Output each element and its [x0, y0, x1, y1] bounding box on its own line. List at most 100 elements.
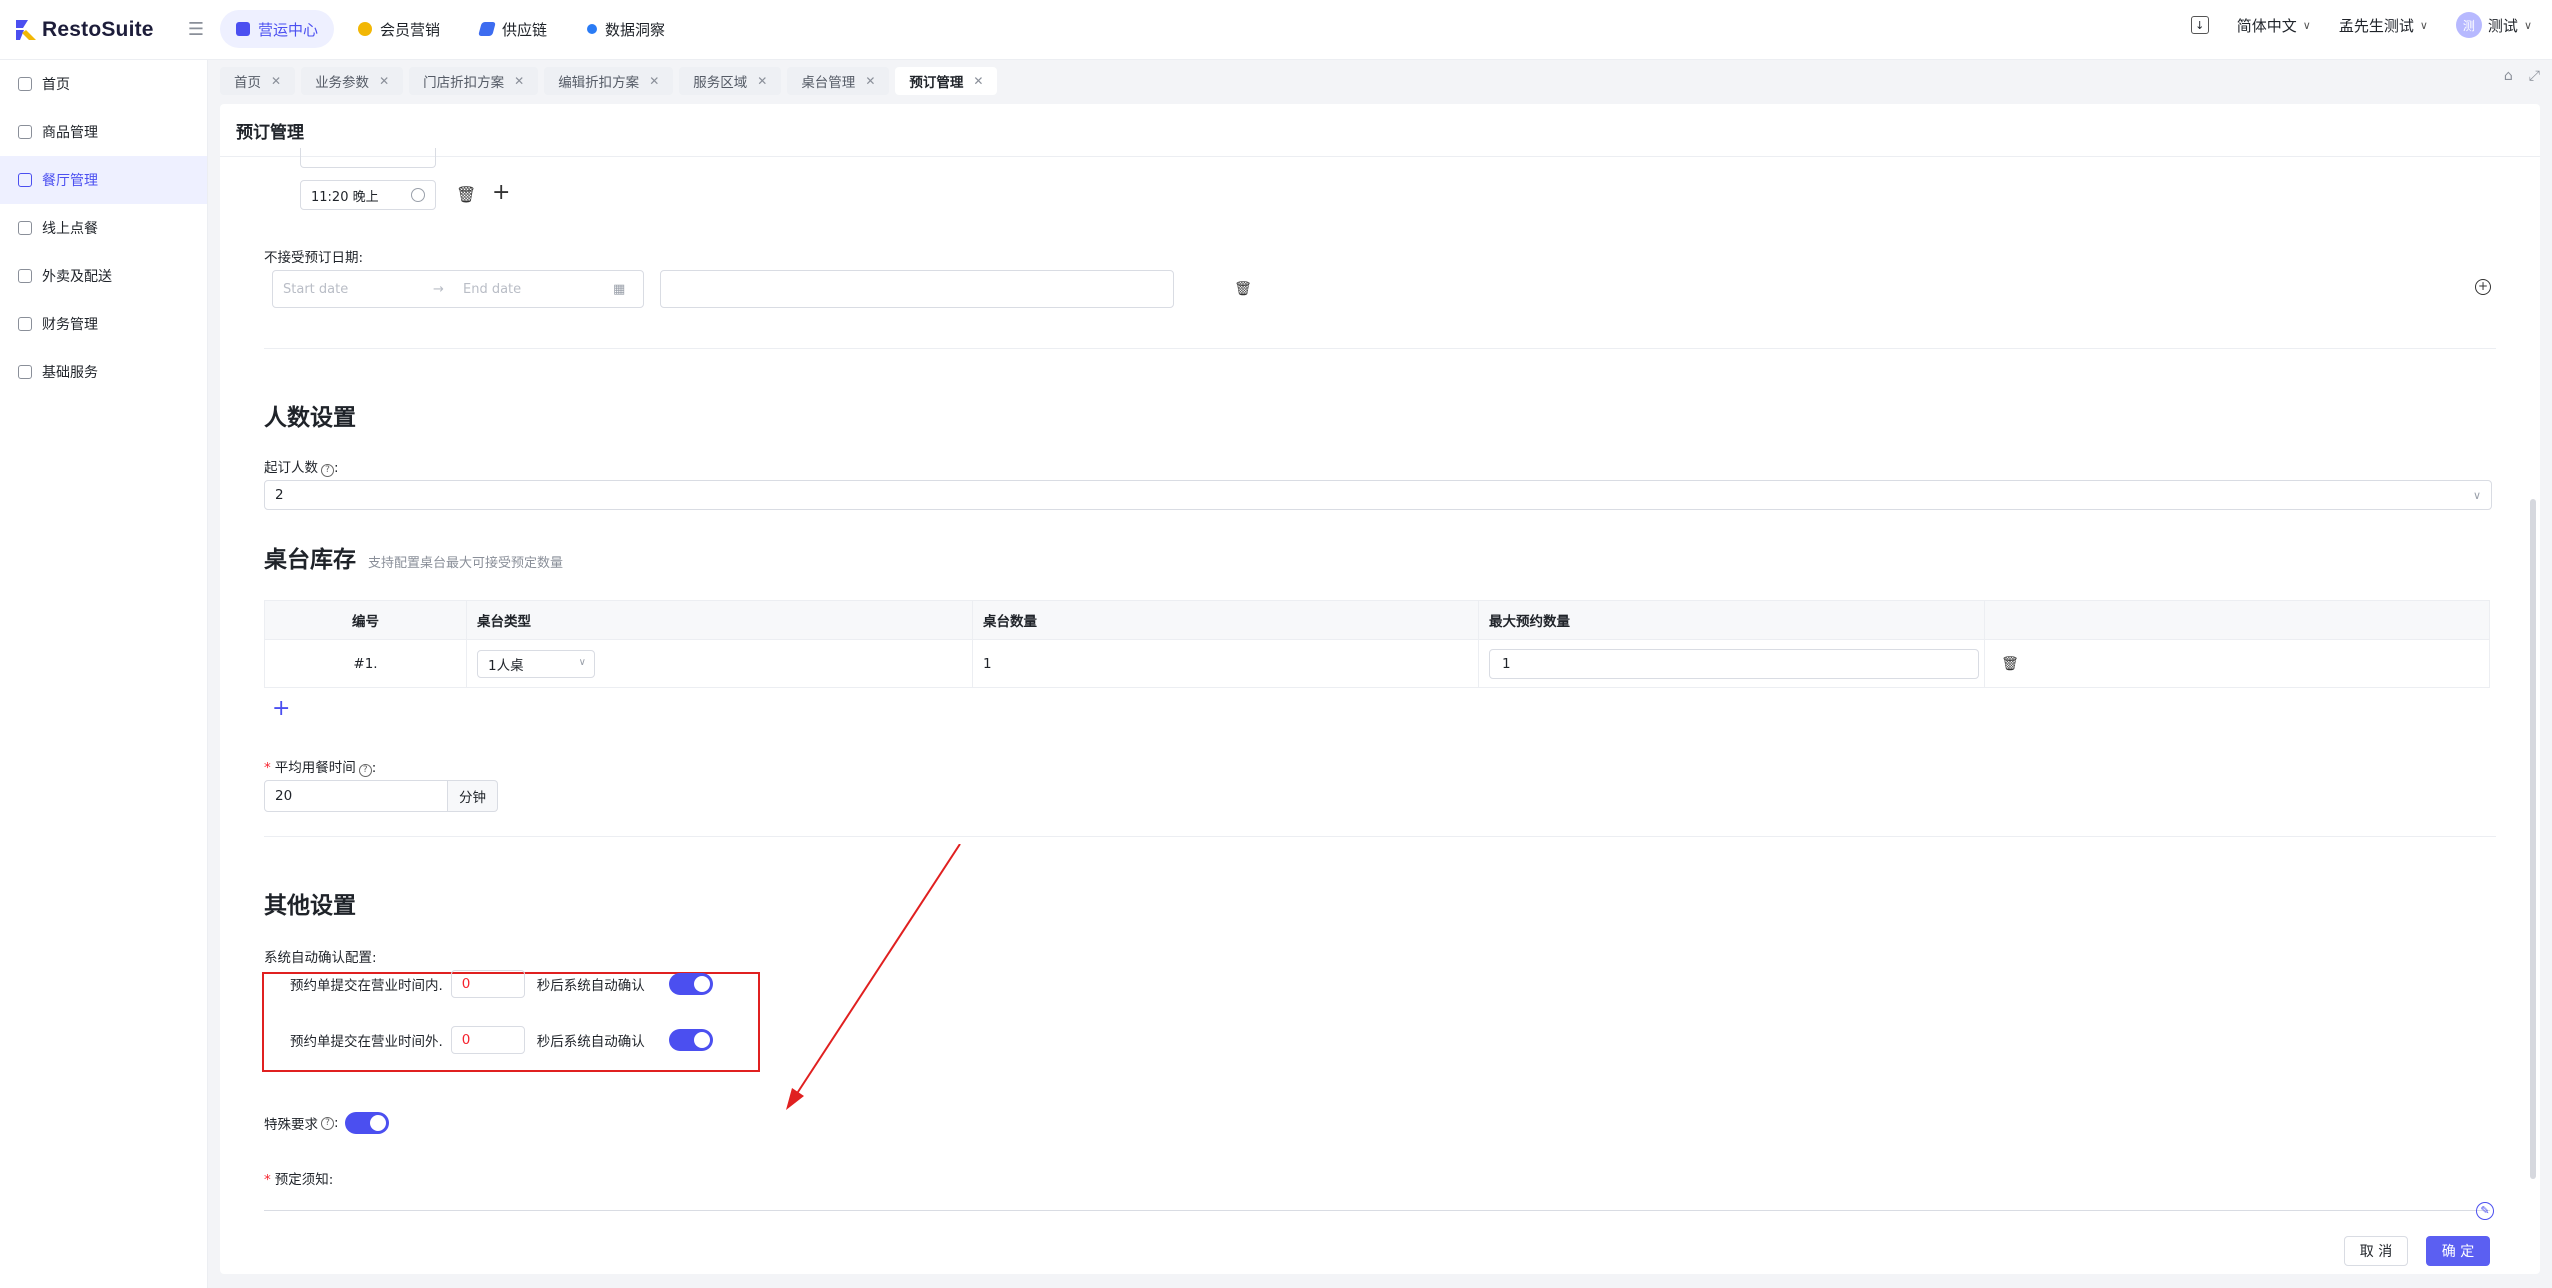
avg-time-input[interactable]: 20 [264, 780, 448, 812]
topnav-membership[interactable]: 会员营销 [342, 10, 456, 48]
topnav-operations[interactable]: 营运中心 [220, 10, 335, 48]
header-max: 最大预约数量 [1489, 614, 1570, 630]
sidebar-item-home[interactable]: 首页 [0, 60, 207, 108]
sidebar-item-online-order[interactable]: 线上点餐 [0, 204, 207, 252]
sidebar-item-delivery[interactable]: 外卖及配送 [0, 252, 207, 300]
tab-label: 桌台管理 [801, 75, 856, 91]
max-booking-input[interactable]: 1 [1489, 648, 1979, 679]
table-type-select[interactable]: 1人桌 ∨ [477, 649, 595, 678]
headcount-title: 人数设置 [264, 405, 356, 431]
chevron-down-icon: ∨ [2302, 18, 2311, 32]
table-type-value: 1人桌 [488, 657, 524, 674]
column-header: 桌台类型 [467, 601, 973, 639]
time-input-prev[interactable] [300, 148, 436, 168]
notice-label-wrap: * 预定须知: [264, 1168, 333, 1188]
add-circle-icon[interactable]: + [2475, 279, 2491, 295]
trash-icon[interactable]: 🗑 [1234, 280, 1252, 298]
close-icon[interactable]: ✕ [514, 74, 524, 88]
close-icon[interactable]: ✕ [973, 74, 983, 88]
row-no: #1. [353, 655, 378, 672]
logo[interactable]: RestoSuite [16, 16, 154, 44]
avg-time-input-group: 20 分钟 [264, 780, 498, 812]
editor-tool-icon[interactable]: ✎ [2476, 1202, 2494, 1220]
plus-icon[interactable]: + [492, 182, 510, 204]
add-row-plus-icon[interactable]: + [272, 696, 290, 721]
max-booking-value: 1 [1502, 655, 1511, 672]
auto-confirm-suffix: 秒后系统自动确认 [536, 1034, 645, 1050]
inventory-table: 编号 桌台类型 桌台数量 最大预约数量 #1. 1人桌 ∨ 1 1 🗑 [264, 600, 2490, 688]
tab-service-area[interactable]: 服务区域 ✕ [679, 67, 782, 95]
topnav-data-insights[interactable]: 数据洞察 [571, 10, 681, 48]
auto-confirm-inside-row: 预约单提交在营业时间内. 0 秒后系统自动确认 [290, 970, 713, 998]
tab-label: 预订管理 [909, 75, 964, 91]
download-icon[interactable]: ↓ [2190, 16, 2209, 34]
close-icon[interactable]: ✕ [379, 74, 389, 88]
trash-icon[interactable]: 🗑 [2001, 655, 2019, 673]
column-header: 编号 [265, 601, 467, 639]
sidebar-item-label: 餐厅管理 [42, 173, 98, 189]
time-input[interactable]: 11:20 晚上 [300, 180, 436, 210]
help-icon[interactable]: ? [358, 764, 372, 777]
tab-label: 编辑折扣方案 [558, 75, 640, 91]
auto-confirm-inside-toggle[interactable] [668, 973, 713, 995]
sidebar-item-restaurant[interactable]: 餐厅管理 [0, 156, 207, 204]
auto-confirm-inside-label: 预约单提交在营业时间内. [290, 978, 443, 994]
help-icon[interactable]: ? [321, 1116, 334, 1130]
trash-icon[interactable]: 🗑 [456, 186, 476, 204]
tab-edit-discount[interactable]: 编辑折扣方案 ✕ [544, 67, 674, 95]
end-date-placeholder[interactable]: End date [463, 282, 613, 297]
sidebar-item-finance[interactable]: 财务管理 [0, 300, 207, 348]
user-menu[interactable]: 测 测试 ∨ [2455, 12, 2532, 38]
store-label: 孟先生测试 [2338, 16, 2414, 35]
sidebar-item-products[interactable]: 商品管理 [0, 108, 207, 156]
store-icon [18, 173, 32, 187]
header-count: 桌台数量 [983, 614, 1037, 630]
close-icon[interactable]: ✕ [271, 74, 281, 88]
grid-icon [18, 365, 32, 379]
tab-business-params[interactable]: 业务参数 ✕ [301, 67, 404, 95]
start-date-placeholder[interactable]: Start date [283, 282, 433, 297]
auto-confirm-outside-input[interactable]: 0 [450, 1026, 525, 1054]
min-people-select[interactable]: 2 ∨ [264, 480, 2492, 510]
language-select[interactable]: 简体中文 ∨ [2237, 15, 2311, 36]
tab-table-management[interactable]: 桌台管理 ✕ [787, 67, 890, 95]
store-select[interactable]: 孟先生测试 ∨ [2339, 15, 2428, 36]
sidebar-item-basic-services[interactable]: 基础服务 [0, 348, 207, 396]
no-booking-label: 不接受预订日期: [264, 250, 364, 266]
date-range-picker[interactable]: Start date → End date ▦ [272, 270, 644, 308]
inventory-hint: 支持配置桌台最大可接受预定数量 [368, 556, 564, 571]
sidebar-item-label: 首页 [42, 77, 70, 93]
tab-store-discount[interactable]: 门店折扣方案 ✕ [409, 67, 539, 95]
close-icon[interactable]: ✕ [649, 74, 659, 88]
language-label: 简体中文 [2236, 16, 2297, 35]
table-row: #1. 1人桌 ∨ 1 1 🗑 [265, 639, 2489, 687]
hand-icon [18, 221, 32, 235]
top-nav: 营运中心 会员营销 供应链 数据洞察 [220, 10, 681, 48]
page-title: 预订管理 [236, 123, 304, 143]
menu-collapse-icon[interactable]: ☰ [186, 20, 206, 40]
pin-icon[interactable]: ⌂ [2504, 68, 2513, 84]
clock-icon [411, 188, 425, 202]
sidebar-item-label: 外卖及配送 [42, 269, 112, 285]
help-icon[interactable]: ? [321, 464, 334, 477]
auto-confirm-inside-input[interactable]: 0 [450, 970, 525, 998]
close-icon[interactable]: ✕ [865, 74, 875, 88]
section-divider [264, 836, 2496, 837]
special-requirement-toggle[interactable] [344, 1112, 389, 1134]
confirm-button[interactable]: 确 定 [2426, 1236, 2490, 1266]
avatar: 测 [2455, 12, 2482, 38]
auto-confirm-outside-toggle[interactable] [668, 1029, 713, 1051]
topnav-label: 营运中心 [258, 20, 319, 39]
no-booking-reason-input[interactable] [660, 270, 1174, 308]
notice-label: 预定须知: [274, 1172, 334, 1188]
topnav-label: 供应链 [502, 20, 548, 39]
tab-home[interactable]: 首页 ✕ [220, 67, 296, 95]
fullscreen-icon[interactable]: ⤢ [2529, 68, 2540, 84]
cancel-button[interactable]: 取 消 [2344, 1236, 2408, 1266]
min-people-value: 2 [275, 487, 284, 503]
close-icon[interactable]: ✕ [757, 74, 767, 88]
special-row: 特殊要求?: [264, 1112, 389, 1134]
tab-reservation-management[interactable]: 预订管理 ✕ [895, 67, 998, 95]
scrollbar[interactable] [2530, 499, 2536, 1179]
topnav-supply-chain[interactable]: 供应链 [464, 10, 563, 48]
